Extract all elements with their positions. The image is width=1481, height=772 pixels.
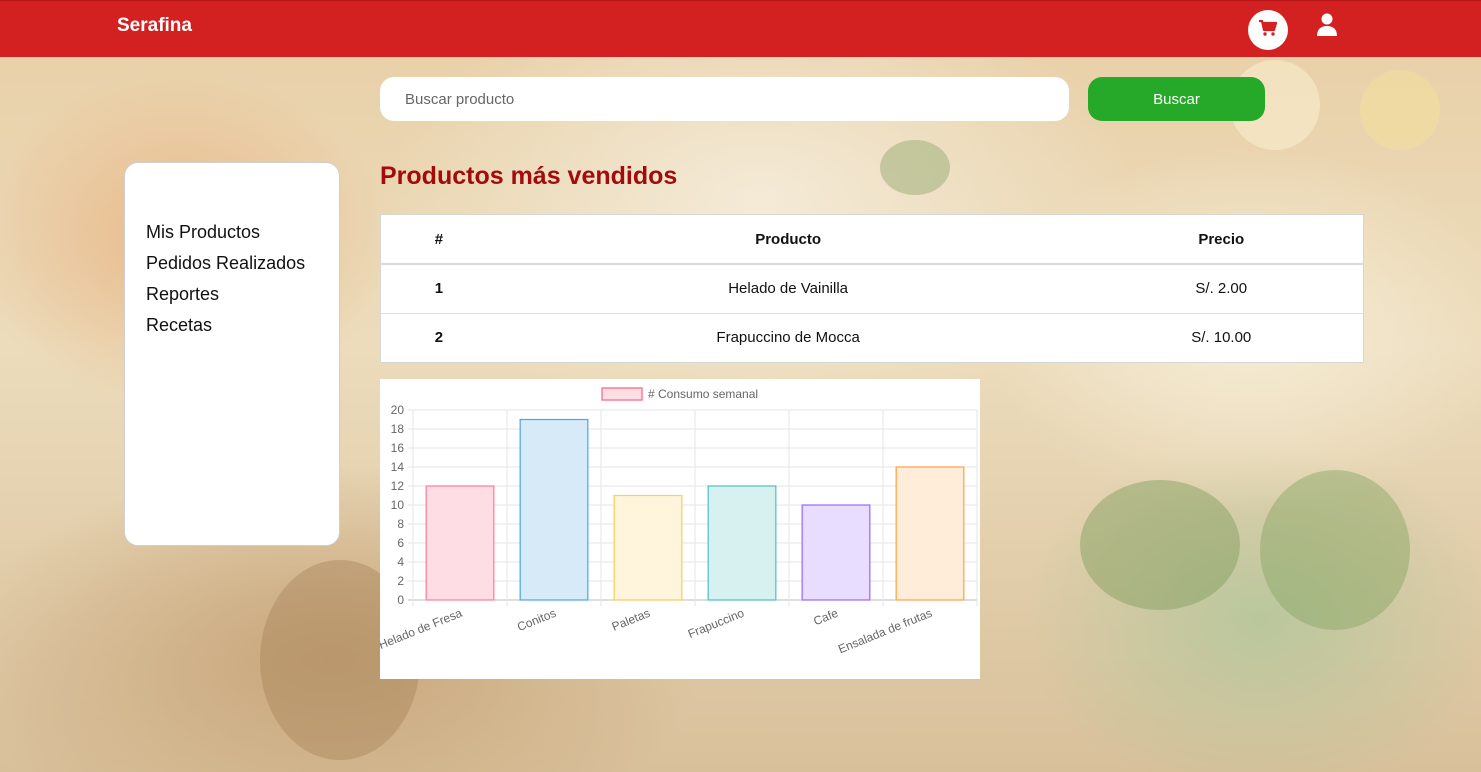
x-tick-label: Paletas — [610, 606, 652, 634]
y-tick-label: 8 — [397, 517, 404, 531]
x-tick-label: Cafe — [811, 606, 840, 629]
cart-button[interactable] — [1248, 10, 1288, 50]
search-button[interactable]: Buscar — [1088, 77, 1265, 121]
top-products-table: # Producto Precio 1 Helado de Vainilla S… — [380, 214, 1364, 363]
y-tick-label: 10 — [391, 498, 405, 512]
bar — [519, 418, 589, 601]
x-tick-label: Frapuccino — [686, 606, 747, 641]
legend-label: # Consumo semanal — [648, 387, 758, 401]
bar-chart: 0 2 4 6 8 10 12 14 16 18 20 Helado de Fresa Conitos P… — [380, 387, 978, 656]
page-title: Productos más vendidos — [380, 162, 678, 190]
table-header-row: # Producto Precio — [381, 215, 1363, 265]
y-tick-label: 14 — [391, 460, 405, 474]
y-tick-label: 6 — [397, 536, 404, 550]
cell-number: 2 — [381, 312, 497, 362]
sidebar-item-pedidos-realizados[interactable]: Pedidos Realizados — [146, 248, 339, 279]
weekly-consumption-chart: 0 2 4 6 8 10 12 14 16 18 20 Helado de Fresa Conitos P… — [380, 379, 980, 679]
column-header-number: # — [381, 215, 497, 265]
x-tick-label: Conitos — [515, 606, 558, 634]
x-tick-label: Helado de Fresa — [380, 606, 464, 652]
y-tick-label: 0 — [397, 593, 404, 607]
x-tick-label: Ensalada de frutas — [836, 606, 934, 656]
cart-icon — [1259, 19, 1278, 41]
bar — [801, 504, 871, 601]
top-navbar: Serafina — [0, 0, 1481, 57]
user-button[interactable] — [1316, 13, 1340, 39]
sidebar-item-reportes[interactable]: Reportes — [146, 279, 339, 310]
cell-product: Frapuccino de Mocca — [496, 312, 1080, 362]
sidebar: Mis Productos Pedidos Realizados Reporte… — [124, 162, 340, 546]
sidebar-item-mis-productos[interactable]: Mis Productos — [146, 217, 339, 248]
column-header-product: Producto — [496, 215, 1080, 265]
table-row: 2 Frapuccino de Mocca S/. 10.00 — [381, 312, 1363, 362]
search-input[interactable] — [380, 77, 1069, 121]
background-decoration — [1080, 480, 1240, 610]
y-tick-label: 18 — [391, 422, 405, 436]
sidebar-item-recetas[interactable]: Recetas — [146, 310, 339, 341]
cell-product: Helado de Vainilla — [496, 263, 1080, 313]
bar — [425, 485, 495, 601]
cell-number: 1 — [381, 263, 497, 313]
background-decoration — [1360, 70, 1440, 150]
bar — [707, 485, 777, 601]
bar — [613, 494, 683, 601]
cell-price: S/. 2.00 — [1079, 263, 1363, 313]
table-row: 1 Helado de Vainilla S/. 2.00 — [381, 263, 1363, 313]
y-tick-label: 20 — [391, 403, 405, 417]
user-icon — [1316, 13, 1338, 41]
y-tick-label: 12 — [391, 479, 405, 493]
column-header-price: Precio — [1079, 215, 1363, 265]
cell-price: S/. 10.00 — [1079, 312, 1363, 362]
background-decoration — [880, 140, 950, 195]
background-decoration — [1260, 470, 1410, 630]
legend-swatch — [601, 387, 643, 401]
y-tick-label: 2 — [397, 574, 404, 588]
y-tick-label: 4 — [397, 555, 404, 569]
brand-logo[interactable]: Serafina — [117, 15, 192, 37]
y-tick-label: 16 — [391, 441, 405, 455]
bar — [895, 466, 965, 601]
